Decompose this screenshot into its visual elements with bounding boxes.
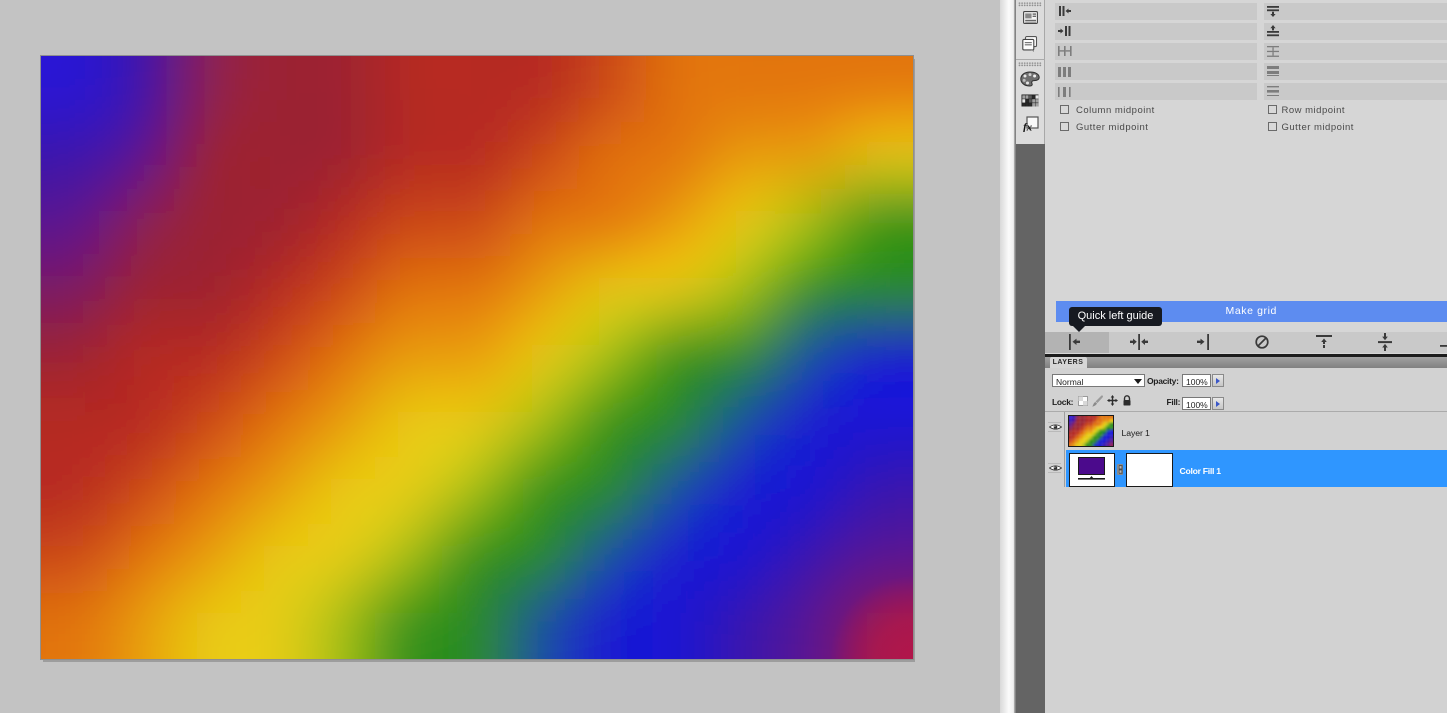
svg-text:fx: fx [1023, 122, 1033, 133]
